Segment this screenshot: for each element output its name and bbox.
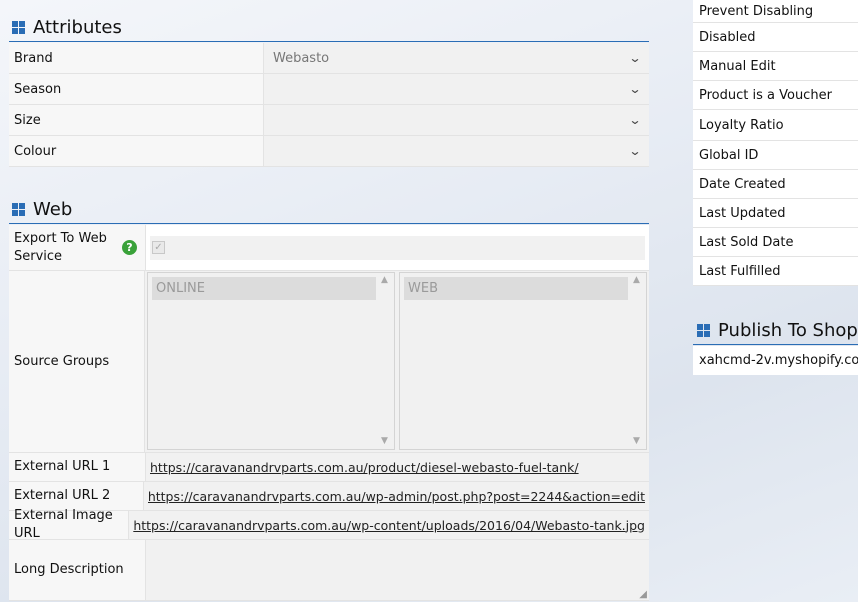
grid-icon [12, 21, 25, 34]
grid-icon [697, 324, 710, 337]
external-url-1-link[interactable]: https://caravanandrvparts.com.au/product… [150, 460, 579, 475]
shopify-section-title: Publish To Shopify [697, 320, 858, 341]
colour-label: Colour [9, 136, 264, 166]
list-item: Product is a Voucher [693, 81, 858, 110]
external-url-1-row: External URL 1 https://caravanandrvparts… [9, 453, 649, 482]
attributes-section-title: Attributes [12, 17, 122, 38]
export-value-cell: ✓ [146, 225, 649, 270]
web-title: Web [33, 199, 73, 220]
external-image-url-label: External Image URL [9, 508, 130, 541]
external-url-2-cell: https://caravanandrvparts.com.au/wp-admi… [143, 482, 649, 510]
attr-row-colour: Colour ⌄ [9, 136, 649, 167]
source-groups-row: Source Groups ONLINE ▲ ▼ WEB ▲ ▼ [9, 271, 649, 453]
export-label: Export To Web Service [14, 230, 107, 264]
scroll-down-icon[interactable]: ▼ [633, 436, 640, 446]
web-table: Export To Web Service ? ✓ Source Groups … [9, 225, 649, 601]
long-description-textarea[interactable]: ◢ [146, 540, 649, 600]
external-image-url-row: External Image URL https://caravanandrvp… [9, 508, 649, 541]
attributes-divider [9, 41, 649, 42]
chevron-down-icon: ⌄ [628, 51, 642, 65]
external-url-1-cell: https://caravanandrvparts.com.au/product… [146, 453, 649, 481]
list-item: Last Sold Date [693, 228, 858, 257]
list-item: Disabled [693, 23, 858, 52]
list-item: Global ID [693, 141, 858, 170]
list-item: Manual Edit [693, 52, 858, 81]
attr-row-season: Season ⌄ [9, 74, 649, 105]
brand-select[interactable]: Webasto ⌄ [264, 43, 649, 73]
resize-handle-icon[interactable]: ◢ [639, 589, 647, 600]
scroll-down-icon[interactable]: ▼ [381, 436, 388, 446]
external-url-2-label: External URL 2 [9, 482, 144, 510]
external-image-url-cell: https://caravanandrvparts.com.au/wp-cont… [129, 511, 649, 539]
external-url-2-link[interactable]: https://caravanandrvparts.com.au/wp-admi… [148, 489, 645, 504]
source-groups-selected-list[interactable]: WEB ▲ ▼ [399, 272, 647, 450]
size-select[interactable]: ⌄ [264, 105, 649, 135]
brand-label: Brand [9, 43, 264, 73]
size-label: Size [9, 105, 264, 135]
attr-row-size: Size ⌄ [9, 105, 649, 136]
source-groups-label: Source Groups [9, 271, 145, 452]
attributes-title: Attributes [33, 17, 122, 38]
web-section-title: Web [12, 199, 72, 220]
web-divider [9, 223, 649, 224]
scroll-up-icon[interactable]: ▲ [381, 275, 388, 285]
long-description-label: Long Description [9, 540, 146, 600]
list-item: Date Created [693, 170, 858, 199]
list-item[interactable]: ONLINE [152, 277, 376, 300]
scroll-up-icon[interactable]: ▲ [633, 275, 640, 285]
external-image-url-link[interactable]: https://caravanandrvparts.com.au/wp-cont… [133, 518, 645, 533]
grid-icon [12, 203, 25, 216]
export-row: Export To Web Service ? ✓ [9, 225, 649, 271]
list-item: Prevent Disabling [693, 0, 858, 23]
chevron-down-icon: ⌄ [628, 82, 642, 96]
season-label: Season [9, 74, 264, 104]
season-select[interactable]: ⌄ [264, 74, 649, 104]
external-url-1-label: External URL 1 [9, 453, 146, 481]
list-item: Loyalty Ratio [693, 110, 858, 141]
attributes-table: Brand Webasto ⌄ Season ⌄ Size ⌄ Colour ⌄ [9, 43, 649, 167]
list-item[interactable]: WEB [404, 277, 628, 300]
scrollbar[interactable]: ▲ ▼ [377, 273, 394, 449]
long-description-row: Long Description ◢ [9, 540, 649, 601]
brand-value: Webasto [273, 50, 330, 66]
attr-row-brand: Brand Webasto ⌄ [9, 43, 649, 74]
list-item: Last Fulfilled [693, 257, 858, 286]
export-checkbox[interactable]: ✓ [152, 241, 165, 254]
chevron-down-icon: ⌄ [628, 113, 642, 127]
source-groups-cell: ONLINE ▲ ▼ WEB ▲ ▼ [145, 271, 649, 452]
scrollbar[interactable]: ▲ ▼ [629, 273, 646, 449]
export-label-cell: Export To Web Service ? [9, 225, 146, 270]
source-groups-available-list[interactable]: ONLINE ▲ ▼ [147, 272, 395, 450]
product-flags-list: Prevent Disabling Disabled Manual Edit P… [693, 0, 858, 286]
chevron-down-icon: ⌄ [628, 144, 642, 158]
list-item: Last Updated [693, 199, 858, 228]
shopify-title: Publish To Shopify [718, 320, 858, 341]
help-icon[interactable]: ? [122, 240, 137, 255]
shopify-divider [693, 344, 858, 345]
shopify-store: xahcmd-2v.myshopify.com [693, 346, 858, 375]
colour-select[interactable]: ⌄ [264, 136, 649, 166]
